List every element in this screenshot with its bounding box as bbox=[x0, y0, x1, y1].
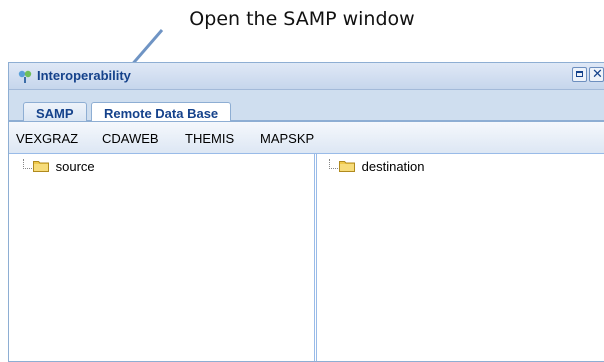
tree-node-label: source bbox=[55, 159, 95, 174]
interoperability-window: Interoperability ✕ SAMP Remote Data Base… bbox=[8, 62, 604, 362]
tab-strip: SAMP Remote Data Base bbox=[9, 90, 604, 125]
maximize-button[interactable] bbox=[572, 67, 587, 82]
folder-icon bbox=[33, 161, 49, 172]
toolbar-item-cdaweb[interactable]: CDAWEB bbox=[102, 131, 159, 146]
toolbar-item-vexgraz[interactable]: VEXGRAZ bbox=[16, 131, 78, 146]
destination-tree-panel: destination bbox=[316, 154, 604, 361]
annotation-caption: Open the SAMP window bbox=[189, 8, 415, 30]
remote-data-base-panel: VEXGRAZ CDAWEB THEMIS MAPSKP source dest… bbox=[9, 121, 604, 361]
source-tree-panel: source bbox=[9, 154, 315, 361]
tree-node-source[interactable]: source bbox=[23, 159, 95, 174]
window-title: Interoperability bbox=[37, 68, 131, 83]
folder-icon bbox=[339, 161, 355, 172]
toolbar-item-themis[interactable]: THEMIS bbox=[185, 131, 234, 146]
close-icon: ✕ bbox=[592, 66, 603, 81]
tree-node-label: destination bbox=[361, 159, 425, 174]
close-button[interactable]: ✕ bbox=[589, 66, 604, 82]
maximize-icon bbox=[576, 71, 583, 77]
interoperability-icon bbox=[18, 70, 32, 83]
window-titlebar[interactable]: Interoperability ✕ bbox=[9, 63, 604, 90]
tree-node-destination[interactable]: destination bbox=[329, 159, 425, 174]
toolbar-item-mapskp[interactable]: MAPSKP bbox=[260, 131, 314, 146]
mission-toolbar: VEXGRAZ CDAWEB THEMIS MAPSKP bbox=[9, 122, 604, 154]
